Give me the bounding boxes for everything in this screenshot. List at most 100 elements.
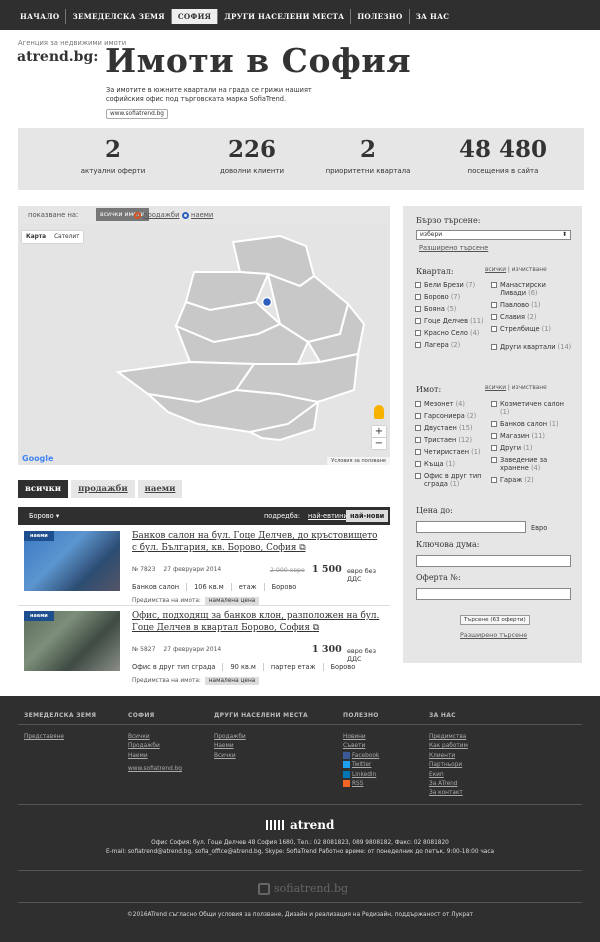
footer-link[interactable]: Съвети: [343, 742, 379, 751]
district-map[interactable]: Карта Сателит + − Google Условия за полз…: [18, 224, 390, 465]
district-checkbox[interactable]: Бояна (5): [415, 305, 493, 313]
listing-title[interactable]: Банков салон на бул. Гоце Делчев, до кръ…: [132, 530, 384, 554]
tab-rent[interactable]: наеми: [137, 480, 183, 498]
footer-social-link[interactable]: LinkedIn: [343, 770, 379, 780]
property-clear[interactable]: изчистване: [512, 385, 547, 391]
zoom-in-button[interactable]: +: [372, 426, 386, 438]
checkbox-count: (1): [471, 448, 481, 456]
nav-item-home[interactable]: НАЧАЛО: [14, 9, 67, 24]
map-type-map[interactable]: Карта: [22, 231, 50, 243]
property-checkbox[interactable]: Офис в друг тип сграда (1): [415, 472, 493, 488]
district-checkbox[interactable]: Павлово (1): [491, 301, 573, 309]
property-checkbox[interactable]: Други (1): [491, 444, 575, 452]
district-checkbox[interactable]: Красно Село (4): [415, 329, 493, 337]
nav-item-other-places[interactable]: ДРУГИ НАСЕЛЕНИ МЕСТА: [218, 9, 352, 24]
property-select-all[interactable]: всички: [485, 385, 506, 391]
district-clear[interactable]: изчистване: [512, 267, 547, 273]
footer-link[interactable]: Продажби: [214, 733, 308, 742]
nav-item-useful[interactable]: ПОЛЕЗНО: [351, 9, 410, 24]
footer-social-link[interactable]: RSS: [343, 780, 379, 789]
footer-link[interactable]: Наеми: [214, 742, 308, 751]
advantage-chip: намалена цена: [204, 597, 260, 605]
map-type-switch[interactable]: Карта Сателит: [22, 231, 84, 243]
map-type-satellite[interactable]: Сателит: [50, 231, 83, 243]
tab-all[interactable]: всички: [18, 480, 69, 498]
footer-link[interactable]: Новини: [343, 733, 379, 742]
footer-link[interactable]: Клиенти: [429, 752, 468, 761]
footer-social-link[interactable]: Facebook: [343, 751, 379, 761]
location-filter[interactable]: Борово ▾: [29, 512, 59, 520]
footer-link[interactable]: Всички: [128, 733, 182, 742]
checkbox-label: Мезонет (4): [424, 400, 465, 408]
advanced-search-link-bottom[interactable]: Разширено търсене: [460, 631, 527, 639]
property-select[interactable]: избери ⬍: [416, 230, 571, 240]
footer-social-link[interactable]: Twitter: [343, 761, 379, 770]
zoom-out-button[interactable]: −: [372, 438, 386, 449]
footer-link[interactable]: Всички: [214, 752, 308, 761]
sort-newest[interactable]: най-нови: [346, 510, 389, 522]
nav-item-agricultural-land[interactable]: ЗЕМЕДЕЛСКА ЗЕМЯ: [66, 9, 172, 24]
checkbox-name: Козметичен салон: [500, 400, 564, 408]
map-terms-link[interactable]: Условия за ползване: [327, 457, 390, 465]
footer-link[interactable]: Наеми: [128, 752, 182, 761]
filter-rent-label: наеми: [191, 211, 214, 219]
search-button[interactable]: Търсене (63 оферти): [460, 615, 530, 625]
property-checkbox[interactable]: Банков салон (1): [491, 420, 575, 428]
listing-photo[interactable]: наеми: [24, 531, 120, 591]
property-checkbox[interactable]: Гарсониера (2): [415, 412, 493, 420]
footer-link[interactable]: Продажби: [128, 742, 182, 751]
linkedin-icon: [343, 770, 350, 778]
property-checkbox[interactable]: Козметичен салон (1): [491, 400, 575, 416]
footer-link[interactable]: За контакт: [429, 789, 468, 798]
filter-rent[interactable]: наеми: [182, 211, 213, 219]
offer-number-input[interactable]: [416, 588, 571, 600]
footer-link[interactable]: За ATrend: [429, 780, 468, 789]
google-logo: Google: [22, 454, 54, 463]
page-title: Имоти в София: [105, 41, 412, 80]
sort-cheapest[interactable]: най-евтини: [304, 510, 352, 522]
footer-link[interactable]: Предимства: [429, 733, 468, 742]
advanced-search-link[interactable]: Разширено търсене: [419, 244, 488, 252]
property-checkbox[interactable]: Гараж (2): [491, 476, 575, 484]
property-checkbox[interactable]: Къща (1): [415, 460, 493, 468]
district-checkbox[interactable]: Славия (2): [491, 313, 573, 321]
checkbox-label: Козметичен салон (1): [500, 400, 575, 416]
footer-heading: ЗЕМЕДЕЛСКА ЗЕМЯ: [24, 712, 97, 719]
price-input[interactable]: [416, 521, 526, 533]
pegman-icon[interactable]: [374, 405, 384, 419]
district-checkbox[interactable]: Бели Брези (7): [415, 281, 493, 289]
district-checkbox[interactable]: Гоце Делчев (11): [415, 317, 493, 325]
tab-sales[interactable]: продажби: [71, 480, 135, 498]
checkbox-name: Други: [500, 444, 521, 452]
listing-type: Банков салон: [132, 583, 180, 591]
footer-link[interactable]: Представяне: [24, 733, 96, 742]
footer-sofiatrend-link[interactable]: www.sofiatrend.bg: [128, 765, 182, 774]
filter-sale-label: продажби: [143, 211, 180, 219]
nav-item-sofia[interactable]: СОФИЯ: [171, 9, 219, 24]
listing-title[interactable]: Офис, подходящ за банков клон, разположе…: [132, 610, 384, 634]
nav-item-about[interactable]: ЗА НАС: [410, 9, 456, 24]
filter-sale[interactable]: продажби: [134, 211, 180, 219]
district-checkbox[interactable]: Други квартали (14): [491, 343, 573, 351]
sofiatrend-footer-logo[interactable]: sofiatrend.bg: [258, 882, 348, 895]
property-checkbox[interactable]: Двустаен (15): [415, 424, 493, 432]
property-checkbox[interactable]: Четиристаен (1): [415, 448, 493, 456]
district-checkbox[interactable]: Стрелбище (1): [491, 325, 573, 333]
site-logo[interactable]: atrend.bg:: [17, 49, 98, 65]
sofiatrend-site-link[interactable]: www.sofiatrend.bg: [106, 109, 168, 119]
property-checkbox[interactable]: Магазин (11): [491, 432, 575, 440]
district-checkbox[interactable]: Манастирски Ливади (6): [491, 281, 573, 297]
property-checkbox[interactable]: Тристаен (12): [415, 436, 493, 444]
footer-link[interactable]: Как работим: [429, 742, 468, 751]
checkbox-count: (11): [470, 317, 484, 325]
checkbox-name: Бояна: [424, 305, 445, 313]
footer-link[interactable]: Партньори: [429, 761, 468, 770]
listing-photo[interactable]: наеми: [24, 611, 120, 671]
property-checkbox[interactable]: Заведение за хранене (4): [491, 456, 575, 472]
keyword-input[interactable]: [416, 555, 571, 567]
district-checkbox[interactable]: Лагера (2): [415, 341, 493, 349]
district-select-all[interactable]: всички: [485, 267, 506, 273]
property-checkbox[interactable]: Мезонет (4): [415, 400, 493, 408]
district-checkbox[interactable]: Борово (7): [415, 293, 493, 301]
footer-link[interactable]: Екип: [429, 771, 468, 780]
